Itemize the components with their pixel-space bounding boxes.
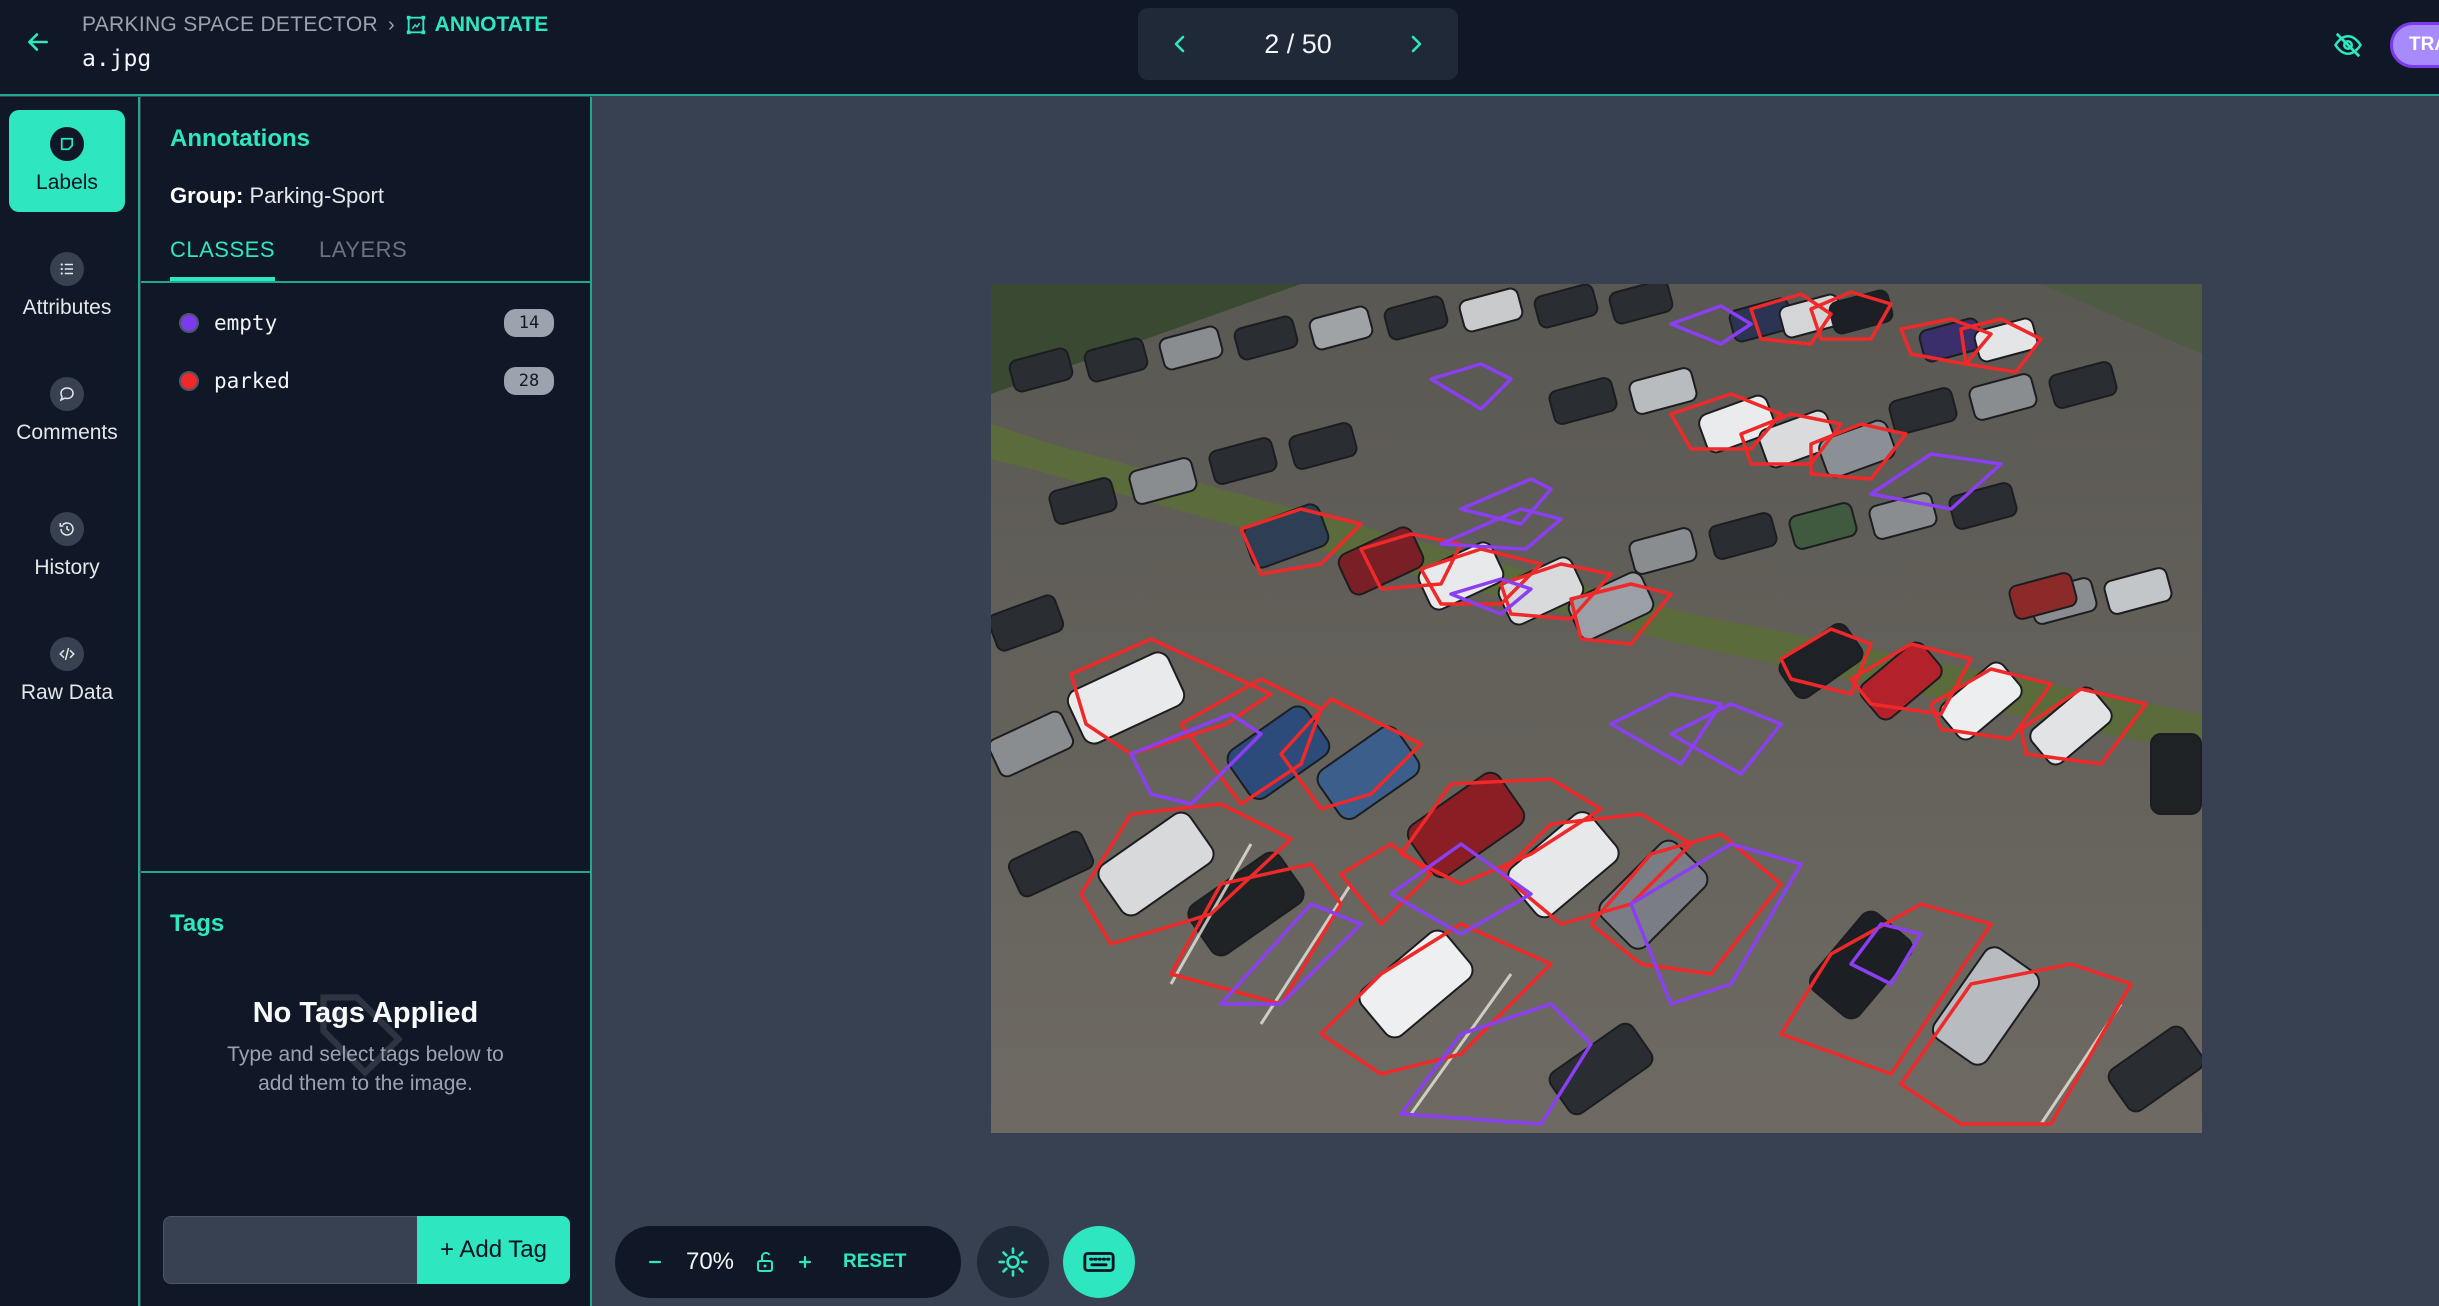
annotated-image[interactable] xyxy=(991,284,2202,1133)
group-label: Group: xyxy=(170,183,244,208)
group-value: Parking-Sport xyxy=(249,183,384,208)
sun-icon xyxy=(998,1247,1028,1277)
class-row-empty[interactable]: empty 14 xyxy=(179,303,554,343)
breadcrumb-mode: ANNOTATE xyxy=(434,13,549,36)
no-tags-description-line: add them to the image. xyxy=(258,1072,473,1095)
nav-labels-label: Labels xyxy=(36,171,98,194)
nav-attributes-label: Attributes xyxy=(22,296,112,319)
zoom-out-button[interactable] xyxy=(635,1242,675,1282)
class-count-badge: 28 xyxy=(504,367,554,395)
history-icon xyxy=(50,512,84,546)
keyboard-shortcuts-button[interactable] xyxy=(1063,1226,1135,1298)
label-icon xyxy=(50,127,84,161)
nav-raw-data[interactable]: Raw Data xyxy=(9,620,125,722)
nav-history[interactable]: History xyxy=(9,495,125,597)
tag-input[interactable] xyxy=(163,1216,419,1284)
tab-classes[interactable]: CLASSES xyxy=(170,237,275,281)
class-name: empty xyxy=(214,311,278,335)
top-bar: PARKING SPACE DETECTOR › ANNOTATE a.jpg … xyxy=(0,0,2439,96)
parking-lot-image xyxy=(991,284,2202,1133)
reset-button[interactable]: RESET xyxy=(843,1251,906,1273)
chevron-right-icon: › xyxy=(388,13,395,36)
keyboard-icon xyxy=(1083,1252,1115,1272)
divider xyxy=(141,281,590,283)
class-row-parked[interactable]: parked 28 xyxy=(179,361,554,401)
class-count-badge: 14 xyxy=(504,309,554,337)
nav-history-label: History xyxy=(34,556,100,579)
divider xyxy=(141,871,590,873)
breadcrumb-annotate: ANNOTATE xyxy=(405,13,549,37)
eye-off-icon[interactable] xyxy=(2330,28,2366,62)
no-tags-message: No Tags Applied Type and select tags bel… xyxy=(141,994,590,1098)
brightness-button[interactable] xyxy=(977,1226,1049,1298)
list-icon xyxy=(50,252,84,286)
panel-tabs: CLASSES LAYERS xyxy=(170,237,407,281)
nav-attributes[interactable]: Attributes xyxy=(9,235,125,337)
group-info: Group: Parking-Sport xyxy=(170,183,384,209)
train-button[interactable]: TRAIN xyxy=(2390,22,2439,68)
zoom-in-button[interactable] xyxy=(785,1242,825,1282)
breadcrumb-project[interactable]: PARKING SPACE DETECTOR xyxy=(82,13,378,37)
nav-raw-data-label: Raw Data xyxy=(20,681,114,704)
nav-comments[interactable]: Comments xyxy=(9,360,125,462)
chevron-right-icon[interactable] xyxy=(1400,28,1432,60)
tab-layers[interactable]: LAYERS xyxy=(319,237,407,281)
no-tags-title: No Tags Applied xyxy=(252,997,479,1029)
chevron-left-icon[interactable] xyxy=(1164,28,1196,60)
unlock-icon[interactable] xyxy=(745,1242,785,1282)
add-tag-button[interactable]: + Add Tag xyxy=(417,1216,570,1284)
page-counter: 2 / 50 xyxy=(1264,28,1332,59)
nav-labels[interactable]: Labels xyxy=(9,110,125,212)
panel-title: Annotations xyxy=(170,125,310,152)
back-arrow-icon[interactable] xyxy=(22,26,54,58)
no-tags-description-line: Type and select tags below to xyxy=(227,1043,504,1066)
comment-icon xyxy=(50,377,84,411)
annotations-panel: Annotations Group: Parking-Sport CLASSES… xyxy=(141,97,592,1306)
no-tags-description: Type and select tags below to add them t… xyxy=(141,1040,590,1098)
image-pager: 2 / 50 xyxy=(1138,8,1458,80)
class-color-dot xyxy=(179,313,199,333)
class-name: parked xyxy=(214,369,290,393)
breadcrumb: PARKING SPACE DETECTOR › ANNOTATE xyxy=(82,13,548,37)
class-color-dot xyxy=(179,371,199,391)
code-icon xyxy=(50,637,84,671)
nav-comments-label: Comments xyxy=(16,421,118,444)
annotate-icon xyxy=(406,15,425,35)
image-filename: a.jpg xyxy=(82,46,152,72)
zoom-level: 70% xyxy=(685,1248,735,1275)
tags-title: Tags xyxy=(170,910,225,937)
side-navigation: Labels Attributes Comments History Raw D… xyxy=(0,97,140,1306)
zoom-toolbar: 70% RESET xyxy=(615,1226,961,1298)
